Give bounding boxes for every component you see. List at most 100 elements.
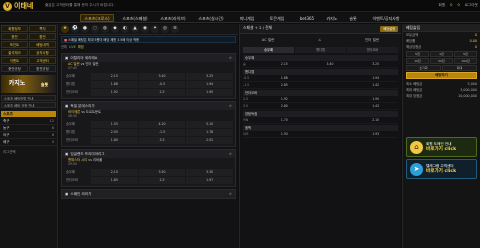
odds-away[interactable]: 1.78 [186, 129, 233, 136]
odds-c[interactable]: 2.10 [353, 117, 398, 124]
filter-live[interactable]: LIVE [69, 44, 76, 51]
quick-withdraw-rules[interactable]: 환전규정 [29, 65, 56, 72]
favorite-icon[interactable]: ☆ [229, 192, 232, 196]
rules-link[interactable]: 스포츠 베팅 규정 안내 [1, 102, 56, 108]
odds-over[interactable]: 1.85 [91, 177, 138, 184]
quick-withdraw[interactable]: 환전 [29, 33, 56, 40]
favorite-icon[interactable]: ☆ [229, 56, 232, 60]
quick-deposit-rules[interactable]: 충전규정 [1, 65, 28, 72]
place-bet-button[interactable]: 베팅하기 [406, 72, 477, 79]
logo[interactable]: V 이태네 [3, 1, 37, 11]
odds-under[interactable]: 2.02 [186, 137, 233, 144]
nav-item-special[interactable]: 스포츠(스페셜) [118, 14, 152, 22]
sport-item[interactable]: 야구 6 [0, 132, 57, 139]
max-button[interactable]: 최대 [442, 65, 477, 71]
telegram-promo-banner[interactable]: ➤ 텔레그램 고객센터 바로가기 click [406, 159, 477, 179]
esports-icon[interactable]: ▲ [131, 25, 139, 33]
nav-item-live[interactable]: 스포츠(라이브) [156, 14, 190, 22]
odds-under[interactable]: 1.97 [186, 177, 233, 184]
odds-away[interactable]: 1.94 [186, 81, 233, 88]
favorite-icon[interactable]: ☆ [229, 104, 232, 108]
odds-a[interactable]: 2.15 [262, 61, 307, 68]
odds-home[interactable]: 2.10 [91, 169, 138, 176]
odds-a[interactable]: 1.88 [262, 75, 307, 82]
quick-bet-history[interactable]: 베팅내역 [29, 41, 56, 48]
amount-button[interactable]: 50만 [430, 58, 453, 64]
football-icon[interactable]: ◉ [141, 25, 149, 33]
nav-item-token[interactable]: 토큰게임 [264, 14, 290, 22]
odds-c[interactable]: 1.90 [353, 96, 398, 103]
amount-button[interactable]: 1만 [430, 51, 453, 57]
odds-draw[interactable]: 3.50 [138, 169, 186, 176]
more-sports-icon[interactable]: ≡ [171, 25, 179, 33]
odds-a[interactable]: 1.70 [262, 117, 307, 124]
odds-c[interactable]: 1.94 [353, 75, 398, 82]
nav-item-casino[interactable]: 카지노 [322, 14, 342, 22]
amount-button[interactable]: 100만 [454, 58, 477, 64]
hockey-icon[interactable]: ◆ [111, 25, 119, 33]
favorite-icon[interactable]: ☆ [229, 152, 232, 156]
nav-item-minigame[interactable]: 미니게임 [234, 14, 260, 22]
amount-button[interactable]: 5천 [406, 51, 429, 57]
nav-item-bet365[interactable]: bet365 [294, 14, 320, 22]
tab-overunder[interactable]: 언더오버 [347, 47, 398, 53]
odds-c[interactable]: 3.25 [353, 61, 398, 68]
odds-under[interactable]: 1.90 [186, 89, 233, 96]
tab-handicap[interactable]: 핸디캡 [295, 47, 346, 53]
odds-setting-button[interactable]: 배당설정 [380, 25, 398, 32]
league-name: 스페인 라리가 [70, 191, 92, 196]
tab-1x2[interactable]: 승무패 [243, 47, 294, 53]
tennis-icon[interactable]: ◐ [121, 25, 129, 33]
odds-b[interactable]: 3.40 [308, 61, 353, 68]
odds-away[interactable]: 3.25 [186, 73, 233, 80]
odds-c[interactable]: 1.93 [353, 131, 398, 138]
quick-point[interactable]: 포인트 [1, 41, 28, 48]
filter-soon[interactable]: 예정 [78, 44, 84, 51]
odds-home[interactable]: 1.88 [91, 81, 138, 88]
nav-item-realtime[interactable]: 스포츠(실시간) [194, 14, 228, 22]
soccer-icon[interactable]: ⚽ [71, 25, 79, 33]
volleyball-icon[interactable]: ◍ [101, 25, 109, 33]
odds-a[interactable]: 1.92 [262, 96, 307, 103]
domain-promo-banner[interactable]: ⌂ 회원 도메인 안내 바로가기 click [406, 137, 477, 157]
odds-away[interactable]: 3.30 [186, 169, 233, 176]
casino-banner[interactable]: 카지노 슬롯 [1, 75, 56, 93]
quick-support[interactable]: 고객센터 [29, 57, 56, 64]
quick-message[interactable]: 쪽지 [29, 25, 56, 32]
odds-c[interactable]: 1.42 [353, 82, 398, 89]
quick-member[interactable]: 회원정보 [1, 25, 28, 32]
odds-home[interactable]: 2.15 [91, 73, 138, 80]
all-sports-icon[interactable]: ★ [61, 25, 69, 33]
handball-icon[interactable]: ◎ [161, 25, 169, 33]
logout-link[interactable]: 로그아웃 [465, 3, 478, 7]
guide-link[interactable]: 스포츠 베팅방법 안내 [1, 95, 56, 101]
odds-a[interactable]: 2.85 [262, 82, 307, 89]
filter-all[interactable]: 전체 [61, 44, 67, 51]
quick-attendance[interactable]: 출석체크 [1, 49, 28, 56]
baseball-icon[interactable]: ◌ [91, 25, 99, 33]
nav-item-slot[interactable]: 슬롯 [344, 14, 362, 22]
odds-draw[interactable]: 3.40 [138, 73, 186, 80]
amount-button[interactable]: 5만 [454, 51, 477, 57]
nav-item-cross[interactable]: 스포츠(크로스) [80, 14, 114, 22]
quick-deposit[interactable]: 충전 [1, 33, 28, 40]
sport-item[interactable]: 배구 4 [0, 139, 57, 146]
sport-item[interactable]: 축구 12 [0, 118, 57, 125]
sport-item[interactable]: 농구 8 [0, 125, 57, 132]
odds-draw[interactable]: 4.20 [138, 121, 186, 128]
nav-item-event[interactable]: 이벤트/공지사항 [366, 14, 406, 22]
odds-home[interactable]: 1.55 [91, 121, 138, 128]
odds-a[interactable]: 2.80 [262, 103, 307, 110]
amount-button[interactable]: 10만 [406, 58, 429, 64]
quick-event[interactable]: 이벤트 [1, 57, 28, 64]
mma-icon[interactable]: ✦ [151, 25, 159, 33]
quick-notice[interactable]: 공지사항 [29, 49, 56, 56]
basketball-icon[interactable]: ● [81, 25, 89, 33]
odds-c[interactable]: 1.43 [353, 103, 398, 110]
odds-over[interactable]: 1.80 [91, 137, 138, 144]
odds-home[interactable]: 2.05 [91, 129, 138, 136]
odds-a[interactable]: 1.93 [262, 131, 307, 138]
reset-button[interactable]: 초기화 [406, 65, 441, 71]
odds-over[interactable]: 1.92 [91, 89, 138, 96]
odds-away[interactable]: 5.10 [186, 121, 233, 128]
